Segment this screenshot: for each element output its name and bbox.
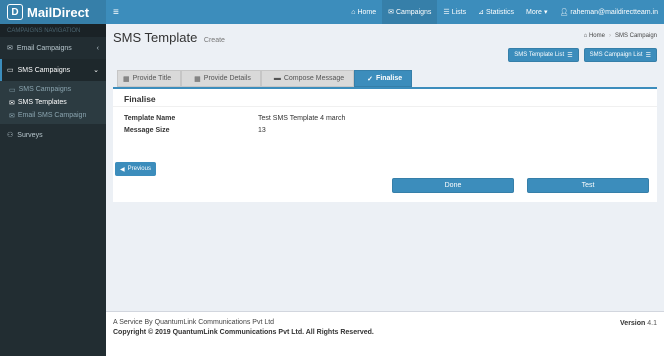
- wizard-step-compose-message[interactable]: ▬ Compose Message: [260, 70, 355, 87]
- nav-home[interactable]: ⌂ Home: [345, 0, 382, 24]
- sidebar-item-surveys[interactable]: ⚇ Surveys: [0, 124, 106, 146]
- breadcrumb-home-label: Home: [588, 33, 605, 39]
- breadcrumb-separator: ›: [608, 33, 611, 39]
- user-icon: 👤︎: [559, 9, 569, 16]
- nav-more-label: More: [526, 8, 542, 16]
- maildirect-logo-icon: D: [7, 4, 23, 20]
- arrow-left-circle-icon: ◀: [120, 166, 125, 173]
- sidebar-item-label: Email Campaigns: [16, 44, 72, 52]
- breadcrumb-home[interactable]: ⌂ Home: [584, 33, 605, 39]
- finalise-heading: Finalise: [113, 89, 657, 107]
- breadcrumb: ⌂ Home › SMS Campaign: [584, 33, 657, 39]
- chat-icon: ▭: [7, 67, 14, 74]
- brand-logo[interactable]: D MailDirect: [0, 0, 106, 24]
- submenu-email-sms-campaign[interactable]: ✉ Email SMS Campaign: [0, 109, 106, 122]
- submenu-sms-campaigns[interactable]: ▭ SMS Campaigns: [0, 83, 106, 96]
- page-subtitle: Create: [203, 37, 225, 44]
- template-name-label: Template Name: [124, 115, 176, 122]
- page-title: SMS Template Create: [113, 30, 225, 45]
- submenu-label: Email SMS Campaign: [17, 112, 87, 119]
- step-label: Finalise: [376, 75, 403, 82]
- nav-more[interactable]: More ▾: [520, 0, 553, 24]
- template-name-value: Test SMS Template 4 march: [258, 115, 346, 122]
- users-icon: ⚇: [7, 132, 14, 139]
- template-name-row: Template Name Test SMS Template 4 march: [124, 115, 345, 122]
- list-icon: ☰: [443, 9, 450, 16]
- home-icon: ⌂: [351, 8, 356, 16]
- chevron-down-icon: ⌄: [93, 67, 99, 74]
- actions-panel: ◀ Previous Done Test: [113, 153, 657, 202]
- top-nav-menu: ⌂ Home ✉ Campaigns ☰ Lists ⊿ Statistics …: [345, 0, 664, 24]
- list-icon: ☰: [645, 52, 651, 59]
- grid-icon: ▦: [194, 75, 201, 83]
- list-icon: ☰: [567, 52, 573, 59]
- hamburger-icon[interactable]: ≡: [113, 7, 125, 18]
- envelope-icon: ✉: [388, 9, 394, 16]
- chat-icon: ▬: [273, 75, 281, 82]
- page-title-text: SMS Template: [113, 30, 198, 45]
- top-navbar: D MailDirect ≡ ⌂ Home ✉ Campaigns ☰ List…: [0, 0, 664, 24]
- nav-user-label: raheman@maildirectteam.in: [570, 8, 658, 16]
- step-label: Provide Details: [203, 75, 251, 82]
- chart-icon: ⊿: [478, 9, 484, 16]
- step-label: Compose Message: [283, 75, 345, 82]
- footer: A Service By QuantumLink Communications …: [106, 311, 664, 356]
- envelope-icon: ✉: [7, 45, 13, 52]
- home-icon: ⌂: [583, 33, 588, 39]
- submenu-label: SMS Campaigns: [18, 86, 72, 93]
- submenu-label: SMS Templates: [17, 99, 67, 106]
- step-label: Provide Title: [132, 75, 172, 82]
- button-label: SMS Campaign List: [589, 52, 643, 58]
- button-label: Previous: [127, 166, 151, 172]
- message-size-label: Message Size: [124, 127, 170, 134]
- chevron-left-icon: ‹: [96, 44, 99, 52]
- wizard-step-provide-title[interactable]: ▦ Provide Title: [117, 70, 182, 87]
- sidebar: CAMPAIGNS NAVIGATION ✉ Email Campaigns ‹…: [0, 24, 106, 356]
- envelope-icon: ✉: [9, 99, 15, 107]
- test-button[interactable]: Test: [527, 178, 649, 193]
- nav-campaigns-label: Campaigns: [396, 8, 432, 16]
- nav-user[interactable]: 👤︎ raheman@maildirectteam.in: [553, 0, 664, 24]
- version-label: Version: [620, 320, 646, 327]
- nav-lists-label: Lists: [451, 8, 467, 16]
- check-icon: ✓: [367, 75, 374, 83]
- grid-icon: ▦: [123, 75, 130, 83]
- sidebar-item-email-campaigns[interactable]: ✉ Email Campaigns ‹: [0, 37, 106, 59]
- message-size-row: Message Size 13: [124, 127, 266, 134]
- wizard-step-finalise[interactable]: ✓ Finalise: [354, 70, 413, 87]
- sms-template-list-button[interactable]: SMS Template List ☰: [508, 48, 579, 62]
- footer-copyright: Copyright © 2019 QuantumLink Communicati…: [113, 329, 374, 336]
- sidebar-item-label: Surveys: [17, 131, 43, 139]
- message-size-value: 13: [258, 127, 266, 134]
- version-value: 4.1: [647, 320, 657, 327]
- nav-statistics-label: Statistics: [485, 8, 514, 16]
- done-button[interactable]: Done: [392, 178, 514, 193]
- nav-home-label: Home: [357, 8, 377, 16]
- brand-name: MailDirect: [27, 4, 90, 20]
- nav-statistics[interactable]: ⊿ Statistics: [472, 0, 520, 24]
- sidebar-header: CAMPAIGNS NAVIGATION: [0, 24, 106, 37]
- breadcrumb-current: SMS Campaign: [614, 33, 657, 39]
- previous-button[interactable]: ◀ Previous: [115, 162, 156, 176]
- sidebar-item-label: SMS Campaigns: [17, 66, 71, 74]
- footer-version: Version 4.1: [620, 320, 657, 327]
- envelope-icon: ✉: [9, 112, 15, 120]
- main-content: SMS Template Create ⌂ Home › SMS Campaig…: [106, 24, 664, 311]
- wizard-steps: ▦ Provide Title ▦ Provide Details ▬ Comp…: [117, 70, 413, 87]
- nav-campaigns[interactable]: ✉ Campaigns: [382, 0, 438, 24]
- footer-service: A Service By QuantumLink Communications …: [113, 319, 275, 326]
- nav-lists[interactable]: ☰ Lists: [437, 0, 472, 24]
- wizard-step-provide-details[interactable]: ▦ Provide Details: [181, 70, 261, 87]
- sms-campaign-list-button[interactable]: SMS Campaign List ☰: [583, 48, 657, 62]
- button-label: SMS Template List: [514, 52, 565, 58]
- list-buttons: SMS Template List ☰ SMS Campaign List ☰: [508, 48, 657, 62]
- caret-down-icon: ▾: [543, 9, 548, 16]
- sidebar-item-sms-campaigns[interactable]: ▭ SMS Campaigns ⌄: [0, 59, 106, 81]
- submenu-sms-templates[interactable]: ✉ SMS Templates: [0, 96, 106, 109]
- chat-icon: ▭: [9, 86, 16, 94]
- sms-submenu: ▭ SMS Campaigns ✉ SMS Templates ✉ Email …: [0, 81, 106, 124]
